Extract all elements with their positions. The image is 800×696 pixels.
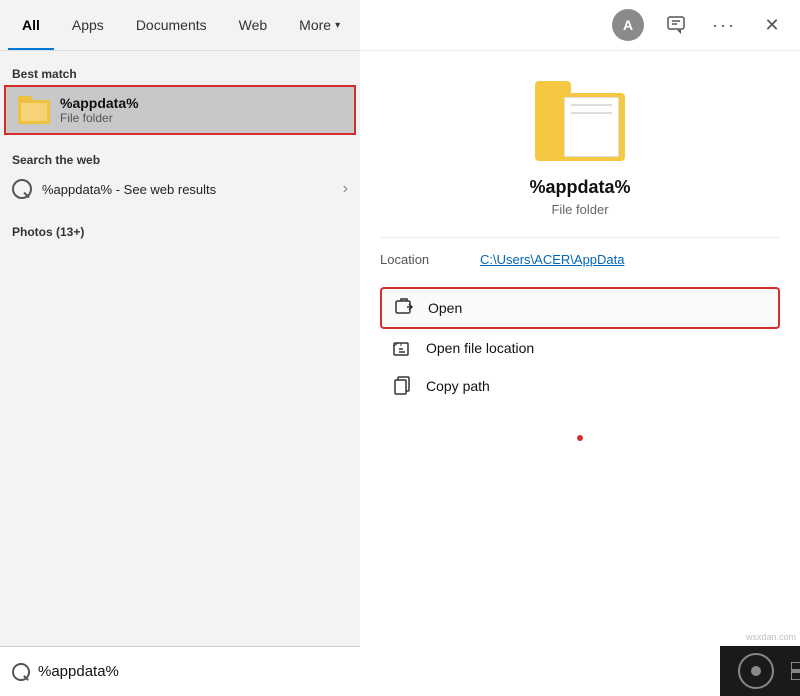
location-label: Location xyxy=(380,252,460,267)
red-dot xyxy=(577,435,583,441)
open-file-location-label: Open file location xyxy=(426,340,534,356)
chevron-right-icon: › xyxy=(343,180,348,198)
feedback-icon xyxy=(667,16,685,34)
search-web-label: Search the web xyxy=(0,147,360,171)
tab-all[interactable]: All xyxy=(8,0,54,50)
best-match-subtitle: File folder xyxy=(60,111,139,125)
tabs-bar: All Apps Documents Web More ▾ xyxy=(0,0,360,51)
search-panel: All Apps Documents Web More ▾ Best match… xyxy=(0,0,360,696)
open-label: Open xyxy=(428,300,462,316)
more-options-button[interactable]: ··· xyxy=(708,9,740,41)
search-icon xyxy=(12,179,32,199)
action-list: Open Open file location xyxy=(380,287,780,405)
detail-header: A ··· ✕ xyxy=(360,0,800,51)
search-results: Best match %appdata% File folder Search … xyxy=(0,51,360,646)
detail-meta-location: Location C:\Users\ACER\AppData xyxy=(380,252,780,267)
close-icon: ✕ xyxy=(764,15,779,36)
photos-label: Photos (13+) xyxy=(0,219,360,243)
ellipsis-icon: ··· xyxy=(712,15,736,36)
detail-divider xyxy=(380,237,780,238)
folder-icon xyxy=(18,96,50,124)
search-bar xyxy=(0,646,360,696)
location-value[interactable]: C:\Users\ACER\AppData xyxy=(480,252,625,267)
copy-path-action[interactable]: Copy path xyxy=(380,367,780,405)
tab-web[interactable]: Web xyxy=(225,0,282,50)
best-match-item[interactable]: %appdata% File folder xyxy=(4,85,356,135)
best-match-text: %appdata% File folder xyxy=(60,95,139,125)
detail-subtitle: File folder xyxy=(551,202,608,217)
best-match-label: Best match xyxy=(0,61,360,85)
web-search-item[interactable]: %appdata% - See web results › xyxy=(0,171,360,207)
detail-content: %appdata% File folder Location C:\Users\… xyxy=(360,51,800,696)
task-view-icon xyxy=(791,662,800,680)
cortana-button[interactable] xyxy=(738,653,774,689)
open-icon xyxy=(394,297,416,319)
tab-apps[interactable]: Apps xyxy=(58,0,118,50)
notification-dot-area xyxy=(577,435,583,441)
web-search-text: %appdata% - See web results xyxy=(42,182,333,197)
chevron-down-icon: ▾ xyxy=(335,20,340,31)
close-button[interactable]: ✕ xyxy=(756,9,788,41)
tab-documents[interactable]: Documents xyxy=(122,0,221,50)
detail-panel: A ··· ✕ %appdata% File folder xyxy=(360,0,800,696)
taskbar xyxy=(720,646,800,696)
copy-path-label: Copy path xyxy=(426,378,490,394)
search-input[interactable] xyxy=(38,663,348,680)
photos-section: Photos (13+) xyxy=(0,219,360,243)
tab-more[interactable]: More ▾ xyxy=(285,0,354,50)
avatar[interactable]: A xyxy=(612,9,644,41)
task-view-button[interactable] xyxy=(784,653,800,689)
cortana-icon xyxy=(751,666,761,676)
open-file-location-action[interactable]: Open file location xyxy=(380,329,780,367)
open-action[interactable]: Open xyxy=(380,287,780,329)
folder-icon-large xyxy=(535,81,625,161)
copy-path-icon xyxy=(392,375,414,397)
feedback-button[interactable] xyxy=(660,9,692,41)
watermark: wsxdan.com xyxy=(746,632,796,642)
search-web-section: Search the web %appdata% - See web resul… xyxy=(0,147,360,207)
search-bar-icon xyxy=(12,663,30,681)
best-match-title: %appdata% xyxy=(60,95,139,111)
detail-title: %appdata% xyxy=(529,177,630,198)
open-file-location-icon xyxy=(392,337,414,359)
